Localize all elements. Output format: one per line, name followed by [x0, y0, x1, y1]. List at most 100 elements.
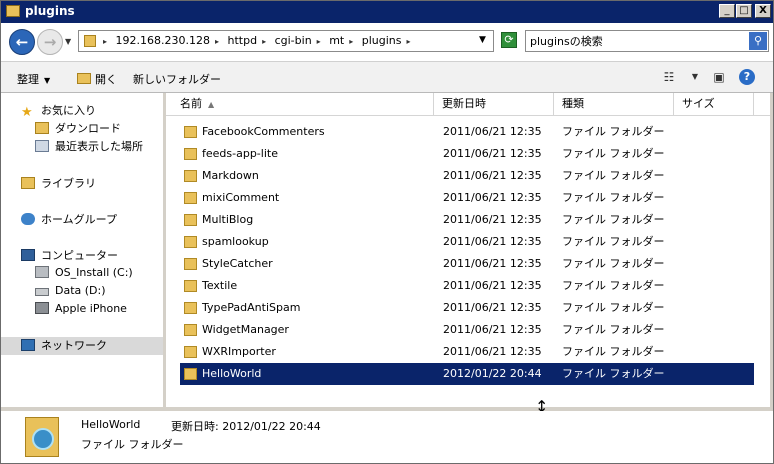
file-row[interactable]: mixiComment 2011/06/21 12:35 ファイル フォルダー: [180, 187, 754, 209]
column-label: 種類: [562, 97, 584, 110]
address-row: ← → ▼ ▸ 192.168.230.128 ▸ httpd ▸ cgi-bin ▸…: [1, 23, 773, 61]
file-type: ファイル フォルダー: [562, 257, 665, 270]
file-row[interactable]: FacebookCommenters 2011/06/21 12:35 ファイル…: [180, 121, 754, 143]
folder-icon: [184, 236, 197, 248]
column-header-size[interactable]: サイズ: [674, 93, 754, 115]
search-input[interactable]: [530, 33, 742, 49]
file-date: 2011/06/21 12:35: [443, 323, 542, 336]
recent-pages-dropdown[interactable]: ▼: [65, 37, 71, 46]
preview-pane-icon[interactable]: ▣: [711, 70, 727, 84]
forward-arrow-icon: →: [43, 33, 57, 51]
file-row[interactable]: MultiBlog 2011/06/21 12:35 ファイル フォルダー: [180, 209, 754, 231]
nav-item-downloads[interactable]: ダウンロード: [35, 120, 121, 138]
nav-item-libraries[interactable]: ライブラリ: [21, 175, 96, 193]
maximize-button[interactable]: □: [736, 4, 752, 18]
nav-item-homegroup[interactable]: ホームグループ: [21, 211, 117, 229]
hard-drive-icon: [35, 266, 49, 278]
open-folder-icon: [77, 73, 91, 84]
file-date: 2011/06/21 12:35: [443, 147, 542, 160]
views-icon[interactable]: ☷: [661, 70, 677, 84]
star-icon: ★: [21, 105, 33, 120]
file-row[interactable]: Markdown 2011/06/21 12:35 ファイル フォルダー: [180, 165, 754, 187]
nav-item-iphone[interactable]: Apple iPhone: [35, 300, 127, 318]
file-list: 名前 ▲ 更新日時 種類 サイズ FacebookCommenters 2011/…: [166, 93, 770, 407]
nav-label: お気に入り: [41, 104, 96, 117]
navigation-pane: ★ お気に入り ダウンロード 最近表示した場所 ライブラリ ホームグループ コンピ…: [1, 93, 163, 407]
file-date: 2011/06/21 12:35: [443, 125, 542, 138]
file-row[interactable]: WXRImporter 2011/06/21 12:35 ファイル フォルダー: [180, 341, 754, 363]
file-date: 2011/06/21 12:35: [443, 257, 542, 270]
folder-icon: [184, 126, 197, 138]
chevron-right-icon[interactable]: ▸: [262, 37, 266, 46]
breadcrumb-item[interactable]: mt: [329, 34, 344, 47]
chevron-down-icon[interactable]: ▼: [687, 70, 703, 84]
forward-button[interactable]: →: [37, 29, 63, 55]
file-type: ファイル フォルダー: [562, 323, 665, 336]
column-header-name[interactable]: 名前 ▲: [166, 93, 434, 115]
folder-icon: [184, 280, 197, 292]
back-button[interactable]: ←: [9, 29, 35, 55]
network-icon: [21, 339, 35, 351]
open-button[interactable]: 開く: [77, 71, 117, 87]
address-bar[interactable]: ▸ 192.168.230.128 ▸ httpd ▸ cgi-bin ▸ mt ▸ p…: [78, 30, 494, 52]
details-pane: HelloWorld 更新日時: 2012/01/22 20:44 ファイル フ…: [1, 411, 773, 463]
file-row[interactable]: TypePadAntiSpam 2011/06/21 12:35 ファイル フォ…: [180, 297, 754, 319]
column-label: 更新日時: [442, 97, 486, 110]
organize-button[interactable]: 整理 ▼: [17, 71, 50, 87]
folder-icon: [184, 170, 197, 182]
chevron-right-icon[interactable]: ▸: [215, 37, 219, 46]
nav-label: ホームグループ: [41, 213, 118, 226]
new-folder-button[interactable]: 新しいフォルダー: [133, 71, 221, 87]
breadcrumb-item[interactable]: 192.168.230.128: [116, 34, 210, 47]
chevron-right-icon[interactable]: ▸: [317, 37, 321, 46]
window-title: plugins: [25, 4, 75, 18]
address-dropdown[interactable]: ▼: [479, 35, 486, 45]
help-icon[interactable]: ?: [739, 69, 755, 85]
organize-label: 整理: [17, 73, 39, 86]
chevron-right-icon[interactable]: ▸: [349, 37, 353, 46]
nav-item-computer[interactable]: コンピューター: [21, 247, 118, 265]
camera-device-icon: [35, 302, 49, 314]
folder-icon: [184, 346, 197, 358]
file-row[interactable]: feeds-app-lite 2011/06/21 12:35 ファイル フォル…: [180, 143, 754, 165]
file-date: 2011/06/21 12:35: [443, 169, 542, 182]
column-header-modified[interactable]: 更新日時: [434, 93, 554, 115]
title-bar[interactable]: plugins _ □ X: [1, 1, 773, 23]
breadcrumb-item[interactable]: cgi-bin: [275, 34, 312, 47]
file-date: 2011/06/21 12:35: [443, 235, 542, 248]
column-label: サイズ: [682, 97, 715, 110]
nav-item-drive-c[interactable]: OS_Install (C:): [35, 264, 133, 282]
recent-places-icon: [35, 140, 49, 152]
close-button[interactable]: X: [755, 4, 771, 18]
nav-item-recent-places[interactable]: 最近表示した場所: [35, 138, 143, 156]
search-icon[interactable]: ⚲: [749, 32, 767, 50]
details-modified: 更新日時: 2012/01/22 20:44: [171, 420, 321, 433]
nav-label: 最近表示した場所: [55, 140, 143, 153]
details-type: ファイル フォルダー: [81, 438, 184, 451]
nav-item-favorites[interactable]: ★ お気に入り: [21, 102, 96, 120]
file-type: ファイル フォルダー: [562, 125, 665, 138]
file-row[interactable]: WidgetManager 2011/06/21 12:35 ファイル フォルダ…: [180, 319, 754, 341]
minimize-button[interactable]: _: [719, 4, 735, 18]
file-row[interactable]: spamlookup 2011/06/21 12:35 ファイル フォルダー: [180, 231, 754, 253]
breadcrumb-item[interactable]: httpd: [228, 34, 258, 47]
file-row[interactable]: Textile 2011/06/21 12:35 ファイル フォルダー: [180, 275, 754, 297]
nav-item-drive-d[interactable]: Data (D:): [35, 282, 106, 300]
file-row[interactable]: StyleCatcher 2011/06/21 12:35 ファイル フォルダー: [180, 253, 754, 275]
refresh-icon[interactable]: ⟳: [501, 32, 517, 48]
file-name: FacebookCommenters: [202, 125, 325, 138]
nav-label: Data (D:): [55, 284, 106, 297]
column-header-type[interactable]: 種類: [554, 93, 674, 115]
nav-item-network[interactable]: ネットワーク: [21, 337, 107, 355]
search-box[interactable]: ⚲: [525, 30, 769, 52]
file-name: TypePadAntiSpam: [202, 301, 301, 314]
column-label: 名前: [180, 97, 202, 110]
file-row-selected[interactable]: HelloWorld 2012/01/22 20:44 ファイル フォルダー: [180, 363, 754, 385]
breadcrumb-item[interactable]: plugins: [362, 34, 402, 47]
chevron-right-icon[interactable]: ▸: [103, 37, 107, 46]
new-folder-label: 新しいフォルダー: [133, 73, 221, 86]
chevron-right-icon[interactable]: ▸: [407, 37, 411, 46]
chevron-down-icon: ▼: [44, 76, 51, 85]
library-icon: [21, 177, 35, 189]
file-type: ファイル フォルダー: [562, 235, 665, 248]
